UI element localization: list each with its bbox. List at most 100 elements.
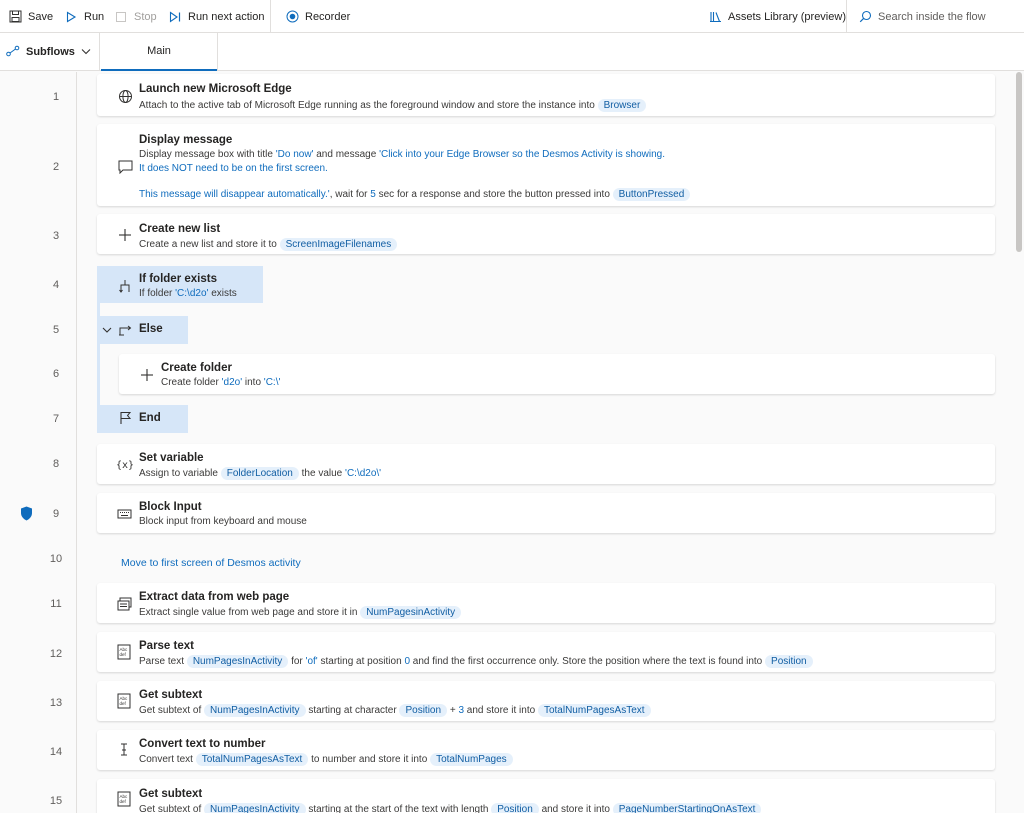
variable-pill[interactable]: Position: [765, 655, 813, 668]
line-number: 9: [52, 508, 60, 520]
save-button[interactable]: Save: [8, 0, 53, 33]
action-card-if-folder-exists[interactable]: If folder exists If folder 'C:\d2o' exis…: [97, 266, 263, 303]
desc-value: 5: [370, 189, 376, 200]
plus-icon: [139, 367, 155, 383]
desc-text: to number and store it into: [311, 754, 428, 765]
action-card-else[interactable]: Else: [97, 316, 188, 344]
subflows-label: Subflows: [26, 46, 75, 58]
collapse-chevron-icon[interactable]: [99, 322, 115, 338]
action-description: Create folder 'd2o' into 'C:\': [161, 377, 280, 388]
action-description: If folder 'C:\d2o' exists: [139, 288, 237, 299]
desc-text: Parse text: [139, 656, 185, 667]
desc-text: and store it into: [466, 705, 536, 716]
line-number: 8: [52, 458, 60, 470]
variable-pill[interactable]: NumPagesInActivity: [204, 803, 306, 813]
desc-text: starting at the start of the text with l…: [308, 804, 489, 813]
subflows-icon: [6, 45, 20, 60]
vertical-scrollbar[interactable]: [1014, 72, 1024, 813]
line-number: 7: [52, 413, 60, 425]
desc-text: Convert text: [139, 754, 193, 765]
action-card-set-variable[interactable]: {x} Set variable Assign to variable Fold…: [97, 444, 995, 484]
action-title: Extract data from web page: [139, 591, 290, 603]
action-card-parse-text[interactable]: Abc def Parse text Parse text NumPagesInA…: [97, 632, 995, 672]
variable-pill[interactable]: NumPagesInActivity: [204, 704, 306, 717]
desc-value: 'Do now': [275, 149, 314, 160]
recorder-button[interactable]: Recorder: [285, 0, 350, 33]
comment-line[interactable]: Move to first screen of Desmos activity: [121, 557, 301, 569]
line-number: 11: [50, 598, 62, 610]
message-icon: [117, 159, 133, 175]
toolbar-divider: [270, 0, 271, 33]
variable-pill[interactable]: NumPagesinActivity: [360, 606, 462, 619]
action-title: Get subtext: [139, 788, 203, 800]
action-card-create-list[interactable]: Create new list Create a new list and st…: [97, 214, 995, 254]
convert-icon: [116, 742, 132, 758]
subflows-dropdown[interactable]: Subflows: [0, 33, 100, 71]
line-number: 6: [52, 368, 60, 380]
variable-pill[interactable]: FolderLocation: [220, 467, 299, 480]
run-button[interactable]: Run: [64, 0, 104, 33]
desc-text: and find the first occurrence only. Stor…: [412, 656, 763, 667]
svg-text:def: def: [120, 701, 127, 706]
run-next-action-button[interactable]: Run next action: [168, 0, 264, 33]
variable-pill[interactable]: TotalNumPagesAsText: [195, 753, 309, 766]
desc-text: +: [449, 705, 456, 716]
scrollbar-thumb[interactable]: [1016, 72, 1022, 252]
desc-text: Get subtext of: [139, 705, 202, 716]
search-placeholder: Search inside the flow: [878, 10, 986, 23]
desc-text: Attach to the active tab of Microsoft Ed…: [139, 100, 595, 111]
action-description: Assign to variable FolderLocation the va…: [139, 467, 381, 480]
action-title: Display message: [139, 134, 233, 146]
tab-main-label: Main: [147, 45, 171, 57]
action-card-extract-data[interactable]: Extract data from web page Extract singl…: [97, 583, 995, 623]
action-card-get-subtext[interactable]: Abc def Get subtext Get subtext of NumPag…: [97, 681, 995, 721]
variable-pill[interactable]: TotalNumPagesAsText: [537, 704, 651, 717]
action-title: Convert text to number: [139, 738, 266, 750]
library-icon: [708, 10, 722, 24]
desc-value: 3: [458, 705, 465, 716]
action-title: Set variable: [139, 452, 204, 464]
variable-pill[interactable]: PageNumberStartingOnAsText: [612, 803, 762, 813]
tabs-bar: Subflows Main: [0, 33, 1024, 71]
action-title: Block Input: [139, 501, 202, 513]
desc-value: It does NOT need to be on the first scre…: [139, 163, 328, 174]
line-number: 15: [49, 795, 63, 807]
save-icon: [8, 10, 22, 24]
stop-button[interactable]: Stop: [114, 0, 157, 33]
variable-pill[interactable]: TotalNumPages: [430, 753, 513, 766]
record-icon: [285, 10, 299, 24]
action-card-get-subtext[interactable]: Abc def Get subtext Get subtext of NumPag…: [97, 779, 995, 813]
line-number: 13: [49, 697, 63, 709]
action-card-convert-text[interactable]: Convert text to number Convert text Tota…: [97, 730, 995, 770]
desc-text: , wait for: [329, 189, 368, 200]
line-number: 3: [52, 230, 60, 242]
action-card-end[interactable]: End: [97, 405, 188, 433]
branch-icon: [117, 278, 133, 294]
flow-search-input[interactable]: Search inside the flow: [858, 0, 986, 33]
text-doc-icon: Abc def: [116, 644, 132, 660]
line-number: 12: [49, 648, 63, 660]
desc-text: the value: [301, 468, 343, 479]
keyboard-icon: [116, 506, 132, 522]
variable-pill[interactable]: Browser: [597, 99, 647, 112]
desc-value: 'of': [305, 656, 318, 667]
action-description: Create a new list and store it to Screen…: [139, 238, 398, 251]
variable-pill[interactable]: ButtonPressed: [612, 188, 691, 201]
action-description: Get subtext of NumPagesInActivity starti…: [139, 803, 762, 813]
desc-text: starting at character: [308, 705, 397, 716]
action-card-display-message[interactable]: Display message Display message box with…: [97, 124, 995, 206]
action-description: Parse text NumPagesInActivity for 'of' s…: [139, 655, 813, 668]
desc-text: Create folder: [161, 377, 219, 388]
variable-pill[interactable]: ScreenImageFilenames: [279, 238, 398, 251]
tab-main[interactable]: Main: [101, 33, 217, 71]
desc-value: 'C:\': [263, 377, 281, 388]
desc-text: If folder: [139, 288, 173, 299]
action-card-block-input[interactable]: Block Input Block input from keyboard an…: [97, 493, 995, 533]
assets-library-button[interactable]: Assets Library (preview): [708, 0, 846, 33]
variable-pill[interactable]: Position: [491, 803, 539, 813]
action-card-create-folder[interactable]: Create folder Create folder 'd2o' into '…: [119, 354, 995, 394]
variable-pill[interactable]: Position: [399, 704, 448, 717]
action-card-launch-edge[interactable]: Launch new Microsoft Edge Attach to the …: [97, 74, 995, 116]
breakpoint-shield-icon[interactable]: [20, 506, 33, 524]
variable-pill[interactable]: NumPagesInActivity: [186, 655, 289, 668]
